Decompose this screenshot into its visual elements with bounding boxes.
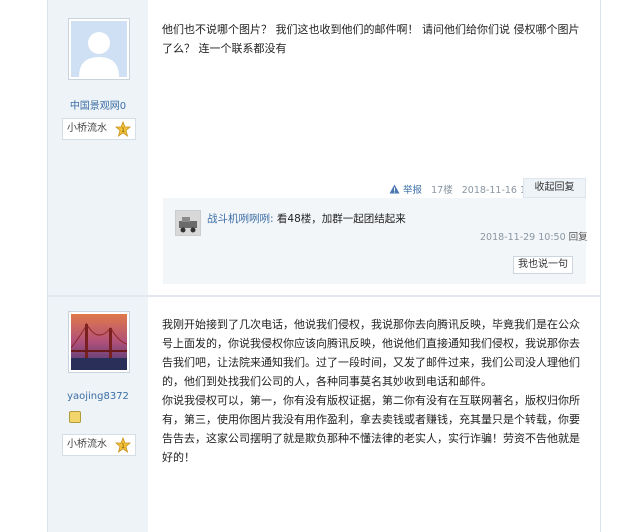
author-rank-badge: 小桥流水 1 (62, 118, 136, 140)
user-avatar-bridge-icon (71, 314, 127, 370)
author-username[interactable]: yaojing8372 (48, 391, 148, 402)
post-content: 他们也不说哪个图片？ 我们这也收到他们的邮件啊！ 请问他们给你们说 侵权哪个图片… (162, 23, 580, 55)
author-avatar[interactable] (68, 18, 130, 80)
default-avatar-icon (71, 21, 127, 77)
commenter-avatar-icon (176, 211, 200, 235)
author-avatar[interactable] (68, 311, 130, 373)
rank-label: 小桥流水 (67, 439, 107, 450)
post-paragraph-1: 我刚开始接到了几次电话，他说我们侵权，我说那你去向腾讯反映，毕竟我们是在公众号上… (162, 318, 580, 388)
floor-number: 17楼 (431, 185, 453, 196)
level-star-icon: 1 (115, 121, 131, 137)
collapse-replies-button[interactable]: 收起回复 (523, 178, 586, 198)
comment-meta: 2018-11-29 10:50 回复 (480, 229, 588, 243)
post-paragraph-2: 你说我侵权可以，第一，你有没有版权证据，第二你有没有在互联网著名，版权归你所有，… (162, 394, 580, 464)
comment-datetime: 2018-11-29 10:50 (480, 232, 566, 243)
comment-reply-link[interactable]: 回复 (569, 232, 588, 243)
author-username[interactable]: 中国景观网0 (48, 97, 148, 112)
comment-line: 战斗机咧咧咧: 看48楼，加群一起团结起来 (207, 211, 406, 226)
report-link[interactable]: 举报 (403, 185, 422, 196)
report-icon (389, 184, 400, 194)
author-rank-badge: 小桥流水 1 (62, 434, 136, 456)
commenter-name[interactable]: 战斗机咧咧咧: (207, 213, 274, 225)
medal-icon (69, 411, 81, 423)
commenter-avatar[interactable] (175, 210, 201, 236)
rank-label: 小桥流水 (67, 123, 107, 134)
post-content: 我刚开始接到了几次电话，他说我们侵权，我说那你去向腾讯反映，毕竟我们是在公众号上… (162, 315, 590, 467)
svg-text:1: 1 (121, 443, 125, 450)
add-comment-button[interactable]: 我也说一句 (513, 256, 573, 274)
svg-text:1: 1 (121, 127, 125, 134)
comment-text: 看48楼，加群一起团结起来 (273, 213, 406, 225)
level-star-icon: 1 (115, 437, 131, 453)
